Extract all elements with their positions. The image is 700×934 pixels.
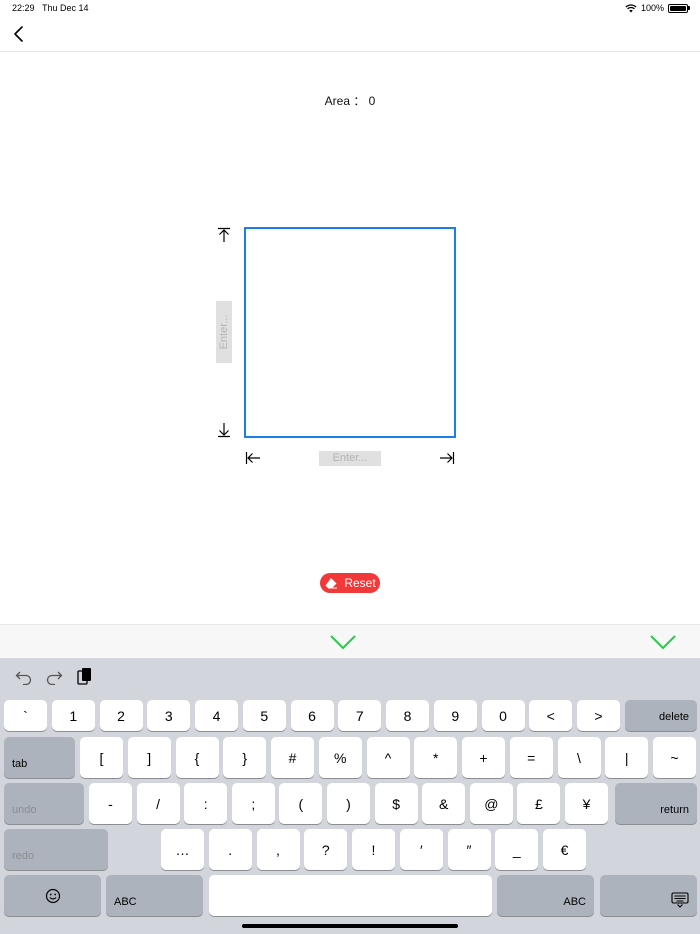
- key[interactable]: >: [577, 700, 620, 731]
- keyboard-dismiss-icon: [671, 892, 689, 908]
- paste-clipboard-icon[interactable]: [77, 667, 93, 685]
- key[interactable]: (: [279, 783, 323, 824]
- reset-label: Reset: [344, 576, 376, 590]
- key[interactable]: €: [543, 829, 586, 870]
- key[interactable]: 4: [195, 700, 238, 731]
- key[interactable]: ]: [127, 737, 171, 778]
- key[interactable]: 6: [290, 700, 334, 731]
- home-indicator: [242, 924, 458, 928]
- status-right: 100%: [625, 3, 690, 13]
- key[interactable]: ): [327, 783, 370, 824]
- key[interactable]: =: [509, 737, 553, 778]
- status-bar: 22:29 Thu Dec 14 100%: [0, 0, 700, 18]
- key[interactable]: ;: [231, 783, 275, 824]
- key[interactable]: ″: [447, 829, 491, 870]
- space-key[interactable]: [209, 875, 492, 916]
- key[interactable]: ?: [304, 829, 348, 870]
- key[interactable]: _: [495, 829, 539, 870]
- abc-left-key[interactable]: ABC: [106, 875, 203, 916]
- key[interactable]: {: [175, 737, 219, 778]
- key[interactable]: 9: [433, 700, 477, 731]
- back-chevron-icon[interactable]: [10, 24, 30, 44]
- keyboard-accessory-bar: [0, 624, 700, 659]
- return-key[interactable]: return: [615, 783, 697, 824]
- tab-key[interactable]: tab: [4, 737, 75, 778]
- key[interactable]: ,: [256, 829, 300, 870]
- emoji-key[interactable]: [4, 875, 101, 916]
- area-label: Area ： 0: [324, 94, 376, 108]
- key[interactable]: ¥: [565, 783, 608, 824]
- eraser-icon: [325, 578, 338, 589]
- key[interactable]: *: [414, 737, 458, 778]
- emoji-icon: [45, 888, 60, 903]
- chevron-down-icon[interactable]: [649, 633, 677, 651]
- navigation-bar: [0, 18, 700, 52]
- key[interactable]: [: [80, 737, 123, 778]
- key[interactable]: ^: [366, 737, 410, 778]
- key[interactable]: 2: [99, 700, 143, 731]
- key[interactable]: 5: [242, 700, 286, 731]
- arrow-up-to-bar-icon: [218, 227, 230, 242]
- key[interactable]: $: [374, 783, 418, 824]
- arrow-left-to-bar-icon: [245, 452, 260, 464]
- key[interactable]: .: [208, 829, 252, 870]
- key[interactable]: :: [184, 783, 228, 824]
- key[interactable]: 1: [51, 700, 95, 731]
- key[interactable]: 3: [147, 700, 191, 731]
- key[interactable]: ~: [653, 737, 696, 778]
- status-time: 22:29: [12, 3, 35, 13]
- key[interactable]: /: [136, 783, 180, 824]
- undo-key[interactable]: undo: [4, 783, 84, 824]
- abc-right-key[interactable]: ABC: [497, 875, 594, 916]
- chevron-down-icon[interactable]: [329, 633, 357, 651]
- dismiss-keyboard-key[interactable]: [600, 875, 697, 916]
- redo-icon[interactable]: [45, 669, 63, 685]
- arrow-right-to-bar-icon: [440, 452, 455, 464]
- status-date: Thu Dec 14: [42, 3, 89, 13]
- key[interactable]: +: [462, 737, 505, 778]
- key[interactable]: @: [469, 783, 513, 824]
- height-placeholder: Enter...: [218, 314, 230, 350]
- reset-button[interactable]: Reset: [320, 573, 380, 593]
- key[interactable]: |: [605, 737, 649, 778]
- battery-icon: [668, 3, 690, 13]
- square-shape: [244, 227, 456, 438]
- key[interactable]: 7: [338, 700, 382, 731]
- key[interactable]: !: [352, 829, 395, 870]
- arrow-down-to-bar-icon: [218, 423, 230, 438]
- height-input[interactable]: Enter...: [216, 301, 232, 363]
- key[interactable]: 0: [481, 700, 525, 731]
- width-input[interactable]: Enter...: [319, 451, 381, 466]
- key[interactable]: …: [161, 829, 204, 870]
- key[interactable]: &: [422, 783, 466, 824]
- key[interactable]: `: [4, 700, 47, 731]
- key[interactable]: #: [271, 737, 314, 778]
- battery-percent: 100%: [640, 3, 664, 13]
- key[interactable]: %: [318, 737, 362, 778]
- delete-key[interactable]: delete: [625, 700, 697, 731]
- onscreen-keyboard: ` 1 2 3 4 5 6 7 8 9 0 < > delete tab []{} #% ^ * + = \ | ~ u…: [0, 658, 700, 934]
- key[interactable]: -: [89, 783, 132, 824]
- key[interactable]: \: [557, 737, 601, 778]
- redo-key[interactable]: redo: [4, 829, 108, 870]
- key[interactable]: 8: [386, 700, 429, 731]
- key[interactable]: ′: [399, 829, 443, 870]
- key[interactable]: £: [517, 783, 561, 824]
- wifi-icon: [625, 3, 637, 12]
- undo-icon[interactable]: [15, 669, 33, 685]
- key[interactable]: <: [529, 700, 573, 731]
- key[interactable]: }: [223, 737, 267, 778]
